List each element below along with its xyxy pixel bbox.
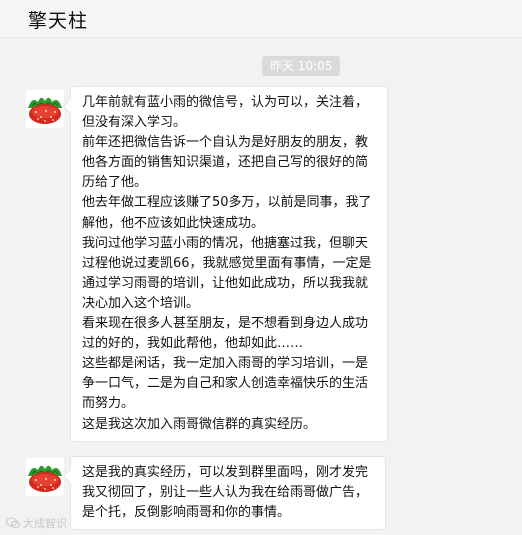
chat-titlebar: 擎天柱 — [0, 0, 522, 38]
message-area[interactable]: 昨天 10:05 几年前就有蓝小雨的微信号，认为可以，关注着，但没有深入学习。 … — [0, 39, 522, 535]
message-bubble[interactable]: 这是我的真实经历，可以发到群里面吗，刚才发完我又彻回了，别让一些人认为我在给雨哥… — [70, 456, 386, 531]
wechat-logo-icon — [6, 517, 20, 529]
watermark-text: 大成智识 — [23, 517, 67, 530]
watermark: 大成智识 — [6, 515, 67, 531]
message-bubble[interactable]: 几年前就有蓝小雨的微信号，认为可以，关注着，但没有深入学习。 前年还把微信告诉一… — [70, 86, 388, 442]
chat-title: 擎天柱 — [28, 10, 89, 32]
red-strawberry-avatar-icon — [26, 90, 64, 128]
timestamp-divider: 昨天 10:05 — [262, 56, 341, 76]
chat-window: 擎天柱 昨天 10:05 几年前就有蓝小雨的微信号，认为可以，关注着，但没有深入… — [0, 0, 522, 535]
red-strawberry-avatar-icon — [26, 458, 64, 496]
message-text: 这是我的真实经历，可以发到群里面吗，刚才发完我又彻回了，别让一些人认为我在给雨哥… — [82, 465, 369, 521]
avatar[interactable] — [26, 90, 64, 128]
avatar[interactable] — [26, 458, 64, 496]
message-text: 几年前就有蓝小雨的微信号，认为可以，关注着，但没有深入学习。 前年还把微信告诉一… — [82, 95, 372, 432]
